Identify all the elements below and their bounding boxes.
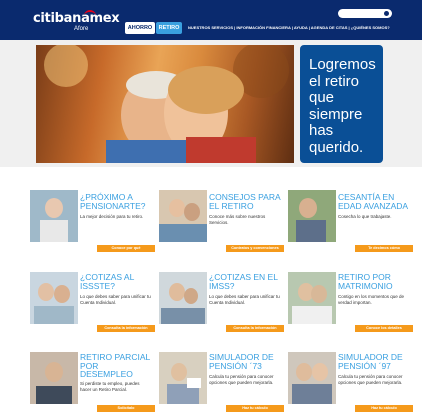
brand-subtitle: Afore <box>74 26 89 32</box>
card-button[interactable]: Solicítalo <box>97 405 155 412</box>
card-button[interactable]: Haz tu cálculo <box>226 405 284 412</box>
card-description: Si perdiste tu empleo, puedes hacer un R… <box>80 381 140 392</box>
site-header: citibanamex Afore AHORRO RETIRO NUESTROS… <box>0 0 422 40</box>
main-nav[interactable]: NUESTROS SERVICIOS | INFORMACIÓN FINANCI… <box>188 25 390 31</box>
card-title[interactable]: ¿COTIZAS EN EL IMSS? <box>209 273 281 290</box>
card-button[interactable]: Contratos y convenciones <box>226 245 284 252</box>
card-image-consejos[interactable] <box>159 190 207 242</box>
card-button[interactable]: Te decimos cómo <box>355 245 413 252</box>
search-input[interactable] <box>338 9 392 18</box>
card-title[interactable]: CESANTÍA EN EDAD AVANZADA <box>338 193 410 210</box>
card-image-simulador-97[interactable] <box>288 352 336 404</box>
card-title[interactable]: RETIRO POR MATRIMONIO <box>338 273 410 290</box>
card-description: La mejor decisión para tu retiro. <box>80 214 144 219</box>
card-description: Contigo en los momentos que de verdad im… <box>338 294 405 305</box>
card-button[interactable]: Haz tu cálculo <box>355 405 413 412</box>
card-image-proximo[interactable] <box>30 190 78 242</box>
card-button[interactable]: Consulta la información <box>97 325 155 332</box>
card-button[interactable]: Consulta la información <box>226 325 284 332</box>
card-image-imss[interactable] <box>159 272 207 324</box>
card-image-issste[interactable] <box>30 272 78 324</box>
card-button[interactable]: Conoce por qué <box>97 245 155 252</box>
tab-ahorro[interactable]: AHORRO <box>125 22 155 34</box>
card-image-desempleo[interactable] <box>30 352 78 404</box>
card-title[interactable]: CONSEJOS PARA EL RETIRO <box>209 193 281 210</box>
card-image-matrimonio[interactable] <box>288 272 336 324</box>
card-title[interactable]: RETIRO PARCIAL POR DESEMPLEO <box>80 353 152 379</box>
card-title[interactable]: SIMULADOR DE PENSIÓN ´73 <box>209 353 281 370</box>
card-description: Conoce más sobre nuestros Servicios. <box>209 214 266 225</box>
card-description: Calcula tu pensión para conocer opciones… <box>338 374 403 385</box>
hero-image <box>36 45 294 163</box>
card-description: Lo que debes saber para unificar tu Cuen… <box>80 294 151 305</box>
card-image-simulador-73[interactable] <box>159 352 207 404</box>
tab-retiro[interactable]: RETIRO <box>156 22 182 34</box>
card-description: Calcula tu pensión para conocer opciones… <box>209 374 274 385</box>
card-title[interactable]: SIMULADOR DE PENSIÓN ´97 <box>338 353 410 370</box>
hero-headline: Logremos el retiro que siempre has queri… <box>309 56 376 156</box>
card-title[interactable]: ¿COTIZAS AL ISSSTE? <box>80 273 152 290</box>
brand-logo[interactable]: citibanamex <box>33 12 120 25</box>
card-description: Lo que debes saber para unificar tu Cuen… <box>209 294 280 305</box>
logo-arc-icon <box>84 10 96 18</box>
card-description: Cosecha lo que trabajaste. <box>338 214 392 219</box>
card-title[interactable]: ¿PRÓXIMO A PENSIONARTE? <box>80 193 152 210</box>
card-image-cesantia[interactable] <box>288 190 336 242</box>
card-button[interactable]: Conoce los detalles <box>355 325 413 332</box>
search-icon[interactable] <box>384 11 389 16</box>
